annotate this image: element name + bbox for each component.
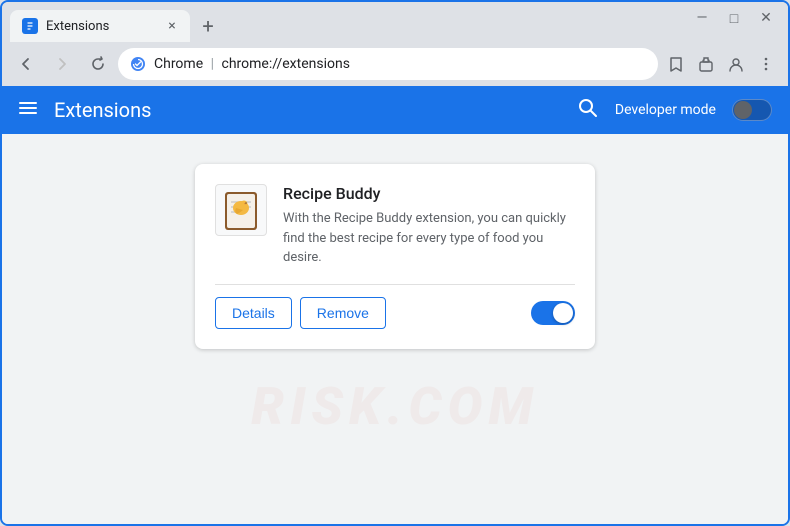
extension-description: With the Recipe Buddy extension, you can… [283, 209, 575, 268]
address-actions [662, 50, 780, 78]
remove-button[interactable]: Remove [300, 297, 386, 329]
details-button[interactable]: Details [215, 297, 292, 329]
extension-card-footer: Details Remove [215, 284, 575, 329]
extension-toggle-knob [553, 303, 573, 323]
secure-icon [130, 56, 146, 72]
header-search-button[interactable] [577, 97, 599, 124]
title-bar: Extensions × + — □ ✕ [2, 2, 788, 42]
window-controls: — □ ✕ [688, 4, 780, 40]
address-bar-row: Chrome | chrome://extensions [2, 42, 788, 86]
minimize-button[interactable]: — [688, 4, 716, 32]
extension-name: Recipe Buddy [283, 184, 575, 203]
extension-icon [215, 184, 267, 236]
extension-card-header: Recipe Buddy With the Recipe Buddy exten… [215, 184, 575, 268]
forward-button[interactable] [46, 48, 78, 80]
back-button[interactable] [10, 48, 42, 80]
maximize-button[interactable]: □ [720, 4, 748, 32]
tab-area: Extensions × + [10, 2, 684, 42]
address-site-name: Chrome | chrome://extensions [154, 56, 646, 72]
hamburger-menu-icon[interactable] [18, 98, 38, 123]
close-window-button[interactable]: ✕ [752, 4, 780, 32]
developer-mode-label: Developer mode [615, 102, 716, 118]
new-tab-button[interactable]: + [194, 12, 222, 40]
tab-title: Extensions [46, 19, 154, 34]
extension-enable-toggle[interactable] [531, 301, 575, 325]
tab-favicon [22, 18, 38, 34]
extensions-button[interactable] [692, 50, 720, 78]
watermark-text: RISK.COM [251, 376, 538, 437]
developer-mode-toggle[interactable] [732, 99, 772, 121]
account-button[interactable] [722, 50, 750, 78]
menu-button[interactable] [752, 50, 780, 78]
main-content: RISK.COM [2, 134, 788, 524]
address-bar[interactable]: Chrome | chrome://extensions [118, 48, 658, 80]
tab-close-button[interactable]: × [162, 16, 182, 36]
bookmark-button[interactable] [662, 50, 690, 78]
extensions-header: Extensions Developer mode [2, 86, 788, 134]
extensions-page-title: Extensions [54, 98, 561, 122]
active-tab[interactable]: Extensions × [10, 10, 190, 42]
extension-info: Recipe Buddy With the Recipe Buddy exten… [283, 184, 575, 268]
extension-card: Recipe Buddy With the Recipe Buddy exten… [195, 164, 595, 349]
toggle-knob [734, 101, 752, 119]
reload-button[interactable] [82, 48, 114, 80]
browser-window: Extensions × + — □ ✕ [0, 0, 790, 526]
